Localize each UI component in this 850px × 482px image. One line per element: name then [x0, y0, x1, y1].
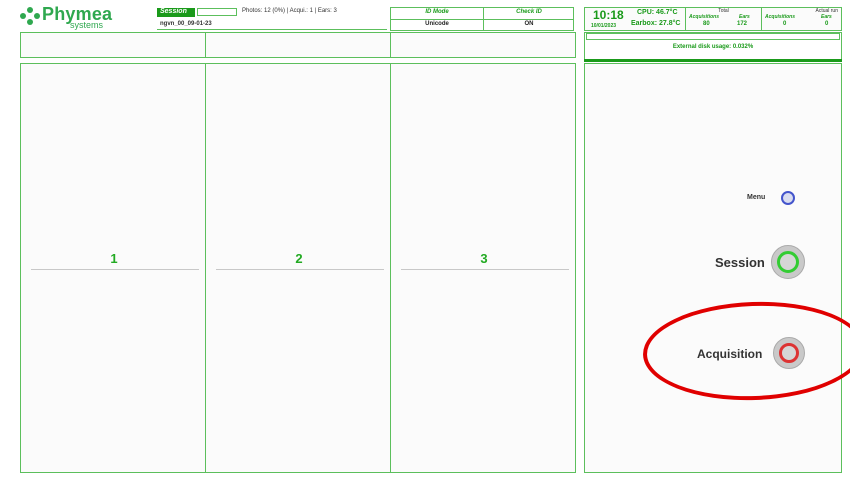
menu-button[interactable] [781, 191, 795, 205]
total-acquisitions-value: 80 [703, 21, 710, 27]
total-ears-label: Ears [739, 14, 750, 20]
check-id-label: Check ID [516, 9, 542, 15]
column-2-divider [216, 269, 384, 270]
column-1-divider [31, 269, 199, 270]
session-underline [157, 29, 387, 30]
control-panel: Menu Session Acquisition [584, 63, 842, 473]
column-3[interactable]: 3 [390, 63, 576, 473]
actual-acquisitions-label: Acquisitions [765, 14, 796, 20]
clock-time: 10:18 [593, 8, 624, 22]
info-cell-1 [20, 32, 206, 58]
id-mode-value[interactable]: Unicode [391, 21, 483, 27]
session-tab-label: Session [160, 8, 187, 15]
column-1[interactable]: 1 [20, 63, 206, 473]
total-ears-value: 172 [737, 21, 748, 27]
session-progress-bar [197, 8, 237, 16]
session-stats: Photos: 12 (0%) | Acqui.: 1 | Ears: 3 [242, 8, 337, 14]
column-2-label: 2 [295, 251, 303, 266]
menu-label: Menu [747, 194, 766, 201]
column-1-label: 1 [110, 251, 118, 266]
id-table: ID Mode Unicode Check ID ON [390, 7, 574, 31]
column-3-label: 3 [480, 251, 488, 266]
cpu-temp: CPU: 46.7°C [637, 9, 678, 16]
earbox-temp: Earbox: 27.8°C [631, 20, 681, 27]
info-cell-2 [205, 32, 391, 58]
logo: Phymea systems [20, 4, 140, 30]
actual-ears-value: 0 [825, 21, 829, 27]
disk-usage-text: External disk usage: 0.032% [672, 44, 754, 50]
status-panel: 10:18 10/01/2023 CPU: 46.7°C Earbox: 27.… [584, 7, 842, 31]
column-3-divider [401, 269, 569, 270]
session-button[interactable] [771, 245, 805, 279]
disk-usage-panel: External disk usage: 0.032% [584, 32, 842, 60]
logo-icon [20, 7, 40, 27]
check-id-value[interactable]: ON [484, 21, 574, 27]
id-mode-label: ID Mode [425, 9, 449, 15]
actual-acquisitions-value: 0 [783, 21, 787, 27]
disk-usage-divider [584, 59, 842, 62]
actual-ears-label: Ears [821, 14, 832, 20]
session-tab[interactable]: Session [157, 8, 195, 17]
clock-date: 10/01/2023 [591, 23, 617, 29]
info-cell-3 [390, 32, 576, 58]
total-acquisitions-label: Acquisitions [689, 14, 720, 20]
session-button-label: Session [715, 255, 765, 270]
session-name: ngvn_00_09-01-23 [160, 21, 212, 27]
logo-tagline: systems [70, 20, 104, 30]
session-button-ring [777, 251, 799, 273]
column-2[interactable]: 2 [205, 63, 391, 473]
